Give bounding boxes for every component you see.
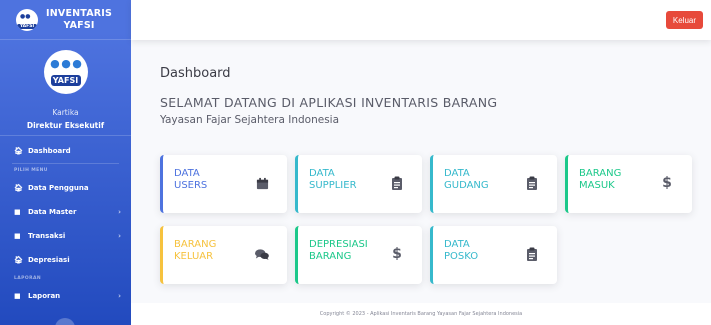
card-barang-keluar[interactable]: BARANG KELUAR xyxy=(160,226,287,284)
brand-logo-text: YAFSI xyxy=(17,23,37,29)
clipboard-icon xyxy=(525,247,539,261)
chevron-right-icon: › xyxy=(118,292,121,300)
sidebar-item-label: Depresiasi xyxy=(28,256,70,264)
home-icon: 🏠︎ xyxy=(14,256,23,264)
sidebar-item-dashboard[interactable]: 🏠︎ Dashboard xyxy=(0,139,131,163)
folder-icon: ■ xyxy=(14,292,21,300)
user-name: Kartika xyxy=(52,108,79,117)
sidebar-item-data-master[interactable]: ■ Data Master › xyxy=(0,200,131,224)
sidebar-heading-laporan: LAPORAN xyxy=(14,276,41,281)
chevron-right-icon: › xyxy=(118,232,121,240)
sidebar-item-data-pengguna[interactable]: 🏠︎ Data Pengguna xyxy=(0,176,131,200)
logout-button[interactable]: Keluar xyxy=(665,11,703,29)
card-data-users[interactable]: DATA USERS xyxy=(160,155,287,213)
calendar-icon xyxy=(255,176,269,190)
clipboard-icon xyxy=(390,176,404,190)
sidebar-item-label: Data Master xyxy=(28,208,77,216)
sidebar-item-laporan[interactable]: ■ Laporan › xyxy=(0,284,131,308)
folder-icon: ■ xyxy=(14,208,21,216)
comments-icon xyxy=(255,247,269,261)
welcome-heading: SELAMAT DATANG DI APLIKASI INVENTARIS BA… xyxy=(160,95,498,110)
main-content: Dashboard SELAMAT DATANG DI APLIKASI INV… xyxy=(131,40,711,325)
card-label: DATA SUPPLIER xyxy=(309,168,357,191)
user-role: Direktur Eksekutif xyxy=(26,121,105,130)
sidebar-item-transaksi[interactable]: ■ Transaksi › xyxy=(0,224,131,248)
copyright-text: Copyright © 2023 - Aplikasi Inventaris B… xyxy=(319,311,523,317)
sidebar: ●● YAFSI INVENTARIS YAFSI ● ● ● YAFSI Ka… xyxy=(0,0,131,325)
card-data-supplier[interactable]: DATA SUPPLIER xyxy=(295,155,422,213)
sidebar-item-depresiasi[interactable]: 🏠︎ Depresiasi xyxy=(0,248,131,272)
card-label: DATA USERS xyxy=(174,168,208,191)
card-depresiasi-barang[interactable]: DEPRESIASI BARANG $ xyxy=(295,226,422,284)
profile-logo-text: YAFSI xyxy=(50,75,81,86)
brand-title: INVENTARIS YAFSI xyxy=(46,7,113,31)
dollar-icon: $ xyxy=(392,246,402,262)
sidebar-item-label: Dashboard xyxy=(28,147,71,155)
sidebar-brand[interactable]: ●● YAFSI INVENTARIS YAFSI xyxy=(0,0,131,40)
card-barang-masuk[interactable]: BARANG MASUK $ xyxy=(565,155,692,213)
sidebar-item-label: Laporan xyxy=(28,292,61,300)
card-data-gudang[interactable]: DATA GUDANG xyxy=(430,155,557,213)
topbar: Keluar xyxy=(131,0,711,40)
sidebar-heading-menu: PILIH MENU xyxy=(14,168,48,173)
sidebar-item-label: Transaksi xyxy=(28,232,66,240)
card-label: BARANG MASUK xyxy=(579,168,622,191)
dollar-icon: $ xyxy=(662,175,672,191)
profile-logo: ● ● ● YAFSI xyxy=(43,50,88,94)
card-label: BARANG KELUAR xyxy=(174,239,217,262)
footer: Copyright © 2023 - Aplikasi Inventaris B… xyxy=(131,303,711,325)
card-label: DATA POSKO xyxy=(444,239,479,262)
card-label: DEPRESIASI BARANG xyxy=(309,239,368,262)
chevron-right-icon: › xyxy=(118,208,121,216)
card-data-posko[interactable]: DATA POSKO xyxy=(430,226,557,284)
yafsi-logo: ●● YAFSI xyxy=(16,8,38,31)
page-title: Dashboard xyxy=(160,66,231,81)
sidebar-item-label: Data Pengguna xyxy=(28,184,89,192)
folder-icon: ■ xyxy=(14,232,21,240)
card-label: DATA GUDANG xyxy=(444,168,489,191)
home-icon: 🏠︎ xyxy=(14,147,23,155)
home-icon: 🏠︎ xyxy=(14,184,23,192)
user-profile: ● ● ● YAFSI Kartika Direktur Eksekutif xyxy=(0,40,131,136)
clipboard-icon xyxy=(525,176,539,190)
sidebar-toggle-button[interactable] xyxy=(55,318,75,325)
organization-name: Yayasan Fajar Sejahtera Indonesia xyxy=(160,114,340,126)
